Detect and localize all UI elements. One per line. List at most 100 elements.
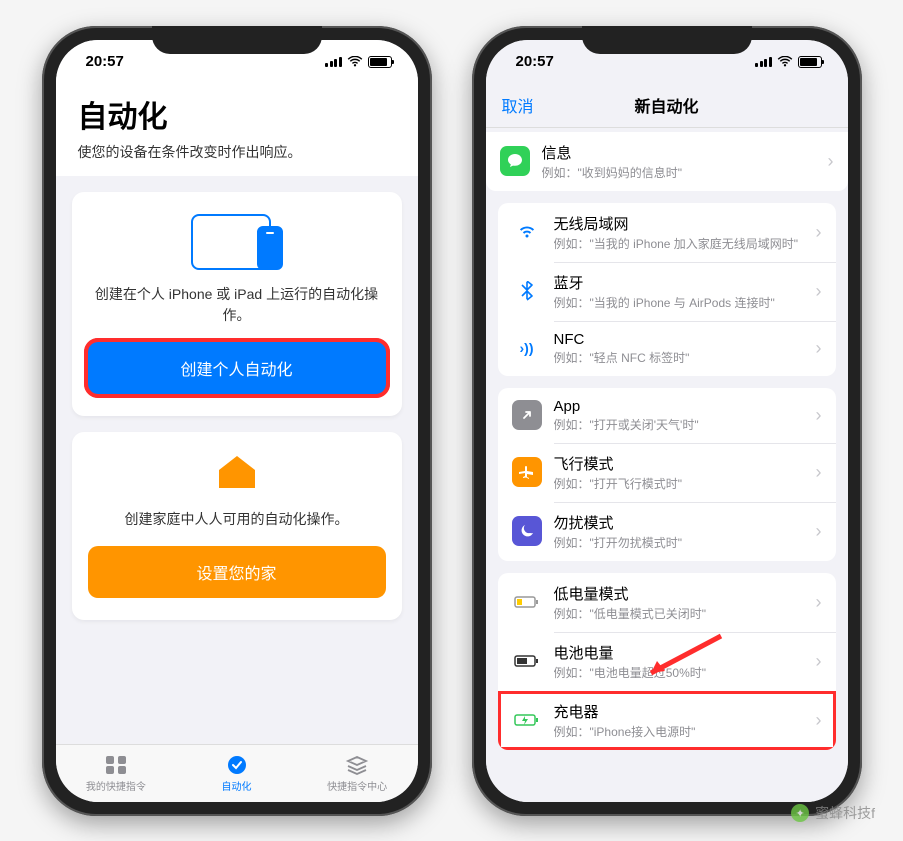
tab-label: 自动化: [222, 778, 252, 793]
moon-icon: [512, 516, 542, 546]
low-power-icon: [512, 587, 542, 617]
modal-nav: 取消 新自动化: [486, 84, 848, 128]
layers-icon: [344, 754, 370, 776]
row-sub: 例如："打开飞行模式时": [554, 475, 804, 492]
trigger-charger[interactable]: 充电器例如："iPhone接入电源时" ›: [498, 691, 836, 750]
row-sub: 例如："当我的 iPhone 与 AirPods 连接时": [554, 294, 804, 311]
screen-right: 20:57 取消 新自动化 信息 例如："收到妈妈的信息时": [486, 40, 848, 802]
charger-icon: [512, 705, 542, 735]
row-title: 充电器: [554, 701, 804, 722]
chevron-right-icon: ›: [816, 338, 822, 359]
row-sub: 例如："iPhone接入电源时": [554, 723, 804, 740]
chevron-right-icon: ›: [816, 222, 822, 243]
trigger-bluetooth[interactable]: 蓝牙例如："当我的 iPhone 与 AirPods 连接时" ›: [498, 262, 836, 321]
group-connectivity: 无线局域网例如："当我的 iPhone 加入家庭无线局域网时" › 蓝牙例如："…: [498, 203, 836, 376]
wechat-icon: ✦: [791, 804, 809, 822]
trigger-low-power[interactable]: 低电量模式例如："低电量模式已关闭时" ›: [498, 573, 836, 632]
card-description: 创建在个人 iPhone 或 iPad 上运行的自动化操作。: [88, 284, 386, 326]
wifi-icon: [347, 56, 363, 68]
chevron-right-icon: ›: [816, 462, 822, 483]
tab-shortcuts[interactable]: 我的快捷指令: [56, 745, 177, 802]
status-time: 20:57: [86, 53, 124, 70]
nfc-icon: ›)): [512, 333, 542, 363]
wifi-icon: [777, 56, 793, 68]
tab-gallery[interactable]: 快捷指令中心: [297, 745, 418, 802]
battery-icon: [368, 56, 392, 68]
watermark-text: 蜜蜂科技f: [815, 803, 875, 823]
row-title: NFC: [554, 331, 804, 348]
signal-icon: [325, 57, 342, 67]
chevron-right-icon: ›: [828, 151, 834, 172]
page-header: 自动化 使您的设备在条件改变时作出响应。: [56, 84, 418, 176]
phone-right-frame: 20:57 取消 新自动化 信息 例如："收到妈妈的信息时": [472, 26, 862, 816]
watermark: ✦ 蜜蜂科技f: [791, 803, 875, 823]
chevron-right-icon: ›: [816, 405, 822, 426]
chevron-right-icon: ›: [816, 281, 822, 302]
personal-automation-card: 创建在个人 iPhone 或 iPad 上运行的自动化操作。 创建个人自动化: [72, 192, 402, 416]
trigger-battery-level[interactable]: 电池电量例如："电池电量超过50%时" ›: [498, 632, 836, 691]
screen-left: 20:57 自动化 使您的设备在条件改变时作出响应。 创建在个人 iPhone …: [56, 40, 418, 802]
chevron-right-icon: ›: [816, 521, 822, 542]
notch: [152, 26, 322, 54]
tab-bar: 我的快捷指令 自动化 快捷指令中心: [56, 744, 418, 802]
setup-home-button[interactable]: 设置您的家: [88, 546, 386, 598]
row-title: 低电量模式: [554, 583, 804, 604]
group-power: 低电量模式例如："低电量模式已关闭时" › 电池电量例如："电池电量超过50%时…: [498, 573, 836, 750]
row-sub: 例如："打开勿扰模式时": [554, 534, 804, 551]
trigger-airplane[interactable]: 飞行模式例如："打开飞行模式时" ›: [498, 443, 836, 502]
row-title: 无线局域网: [554, 213, 804, 234]
tab-automation[interactable]: 自动化: [176, 745, 297, 802]
row-sub: 例如："收到妈妈的信息时": [542, 164, 816, 181]
modal-title: 新自动化: [634, 93, 698, 117]
status-time: 20:57: [516, 53, 554, 70]
chevron-right-icon: ›: [816, 710, 822, 731]
row-title: 电池电量: [554, 642, 804, 663]
row-title: 信息: [542, 142, 816, 163]
tab-label: 快捷指令中心: [327, 778, 387, 793]
chevron-right-icon: ›: [816, 592, 822, 613]
row-text: 信息 例如："收到妈妈的信息时": [542, 142, 816, 181]
home-icon: [215, 454, 259, 490]
cancel-button[interactable]: 取消: [502, 93, 534, 117]
trigger-dnd[interactable]: 勿扰模式例如："打开勿扰模式时" ›: [498, 502, 836, 561]
row-sub: 例如："当我的 iPhone 加入家庭无线局域网时": [554, 235, 804, 252]
status-icons: [325, 56, 392, 68]
tab-label: 我的快捷指令: [86, 778, 146, 793]
status-icons: [755, 56, 822, 68]
page-title: 自动化: [78, 92, 396, 136]
group-modes: App例如："打开或关闭'天气'时" › 飞行模式例如："打开飞行模式时" › …: [498, 388, 836, 561]
battery-level-icon: [512, 646, 542, 676]
trigger-wifi[interactable]: 无线局域网例如："当我的 iPhone 加入家庭无线局域网时" ›: [498, 203, 836, 262]
card-description: 创建家庭中人人可用的自动化操作。: [88, 509, 386, 530]
trigger-list[interactable]: 信息 例如："收到妈妈的信息时" › 无线局域网例如："当我的 iPhone 加…: [486, 128, 848, 802]
airplane-icon: [512, 457, 542, 487]
notch: [582, 26, 752, 54]
page-body: 创建在个人 iPhone 或 iPad 上运行的自动化操作。 创建个人自动化 创…: [56, 176, 418, 744]
grid-icon: [103, 754, 129, 776]
devices-illustration: [88, 214, 386, 270]
battery-icon: [798, 56, 822, 68]
bluetooth-icon: [512, 276, 542, 306]
app-icon: [512, 400, 542, 430]
page-subtitle: 使您的设备在条件改变时作出响应。: [78, 142, 396, 162]
row-sub: 例如："电池电量超过50%时": [554, 664, 804, 681]
iphone-icon: [257, 226, 283, 270]
home-automation-card: 创建家庭中人人可用的自动化操作。 设置您的家: [72, 432, 402, 620]
group-messages: 信息 例如："收到妈妈的信息时" ›: [486, 132, 848, 191]
chevron-right-icon: ›: [816, 651, 822, 672]
row-sub: 例如："轻点 NFC 标签时": [554, 349, 804, 366]
row-title: App: [554, 398, 804, 415]
row-sub: 例如："打开或关闭'天气'时": [554, 416, 804, 433]
signal-icon: [755, 57, 772, 67]
trigger-app[interactable]: App例如："打开或关闭'天气'时" ›: [498, 388, 836, 443]
trigger-messages[interactable]: 信息 例如："收到妈妈的信息时" ›: [486, 132, 848, 191]
row-title: 勿扰模式: [554, 512, 804, 533]
message-icon: [500, 146, 530, 176]
row-title: 飞行模式: [554, 453, 804, 474]
phone-left-frame: 20:57 自动化 使您的设备在条件改变时作出响应。 创建在个人 iPhone …: [42, 26, 432, 816]
clock-check-icon: [224, 754, 250, 776]
row-sub: 例如："低电量模式已关闭时": [554, 605, 804, 622]
trigger-nfc[interactable]: ›)) NFC例如："轻点 NFC 标签时" ›: [498, 321, 836, 376]
create-personal-automation-button[interactable]: 创建个人自动化: [88, 342, 386, 394]
row-title: 蓝牙: [554, 272, 804, 293]
